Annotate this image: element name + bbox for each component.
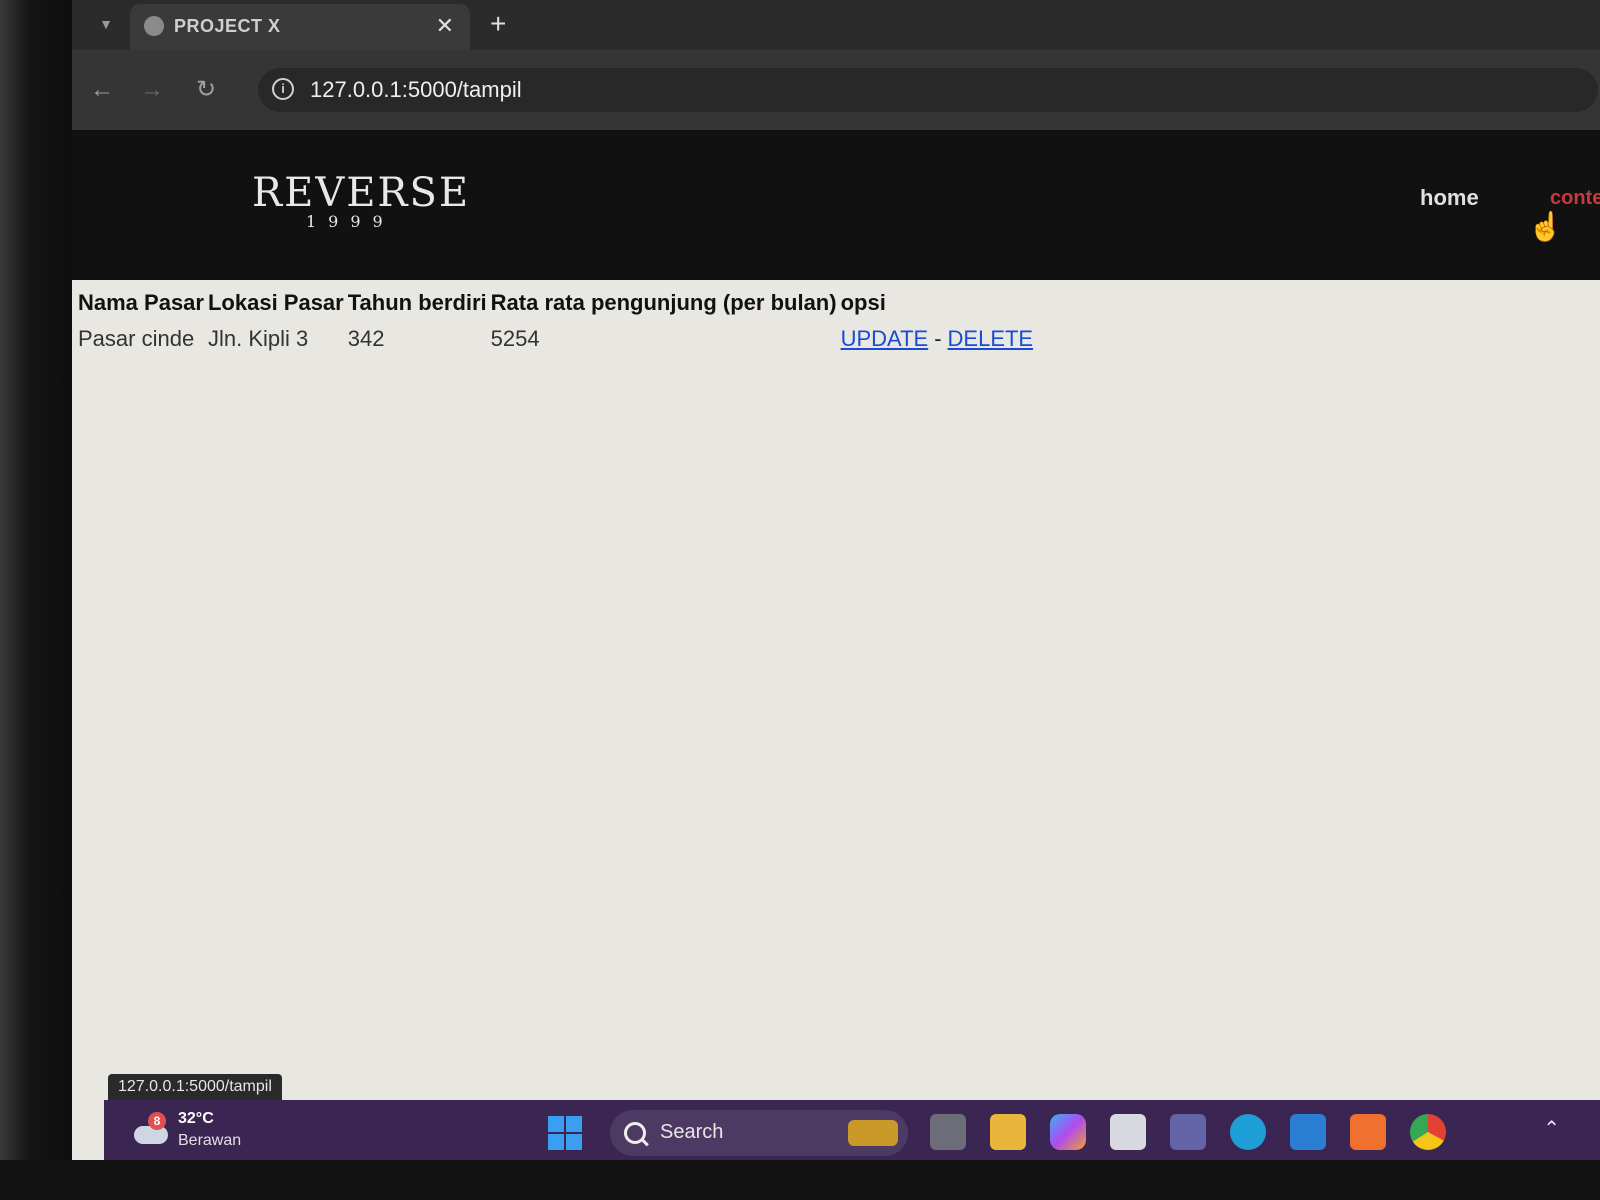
cloud-icon: [134, 1126, 168, 1144]
browser-tab[interactable]: PROJECT X ✕: [130, 4, 470, 50]
update-link[interactable]: UPDATE: [841, 326, 929, 351]
column-header-rata-rata-pengunjung: Rata rata pengunjung (per bulan): [490, 290, 837, 315]
browser-toolbar: ← → ↻ i 127.0.0.1:5000/tampil: [72, 50, 1600, 130]
tab-search-chevron-icon[interactable]: ▼: [94, 12, 118, 36]
monitor-bezel-bottom: [0, 1160, 1600, 1200]
teams-icon[interactable]: [1170, 1114, 1206, 1150]
edge-icon[interactable]: [1230, 1114, 1266, 1150]
table-header-row: Nama Pasar Lokasi Pasar Tahun berdiri Ra…: [76, 286, 1035, 320]
windows-start-icon[interactable]: [548, 1116, 582, 1150]
cell-pengunjung: 5254: [490, 326, 540, 351]
hand-cursor-icon: ☝: [1528, 211, 1563, 242]
windows-taskbar: 8 32°C Berawan Search ⌃: [104, 1100, 1600, 1166]
nav-link-content[interactable]: conten: [1550, 187, 1600, 210]
weather-badge: 8: [148, 1112, 166, 1130]
cell-tahun-berdiri: 342: [347, 326, 385, 351]
weather-description[interactable]: Berawan: [178, 1132, 241, 1150]
taskbar-search-box[interactable]: Search: [610, 1110, 908, 1156]
microsoft-store-icon[interactable]: [1110, 1114, 1146, 1150]
globe-icon: [144, 16, 164, 36]
taskbar-search-label: Search: [660, 1121, 724, 1143]
forward-arrow-icon[interactable]: →: [134, 72, 170, 108]
link-status-bubble: 127.0.0.1:5000/tampil: [108, 1074, 282, 1100]
search-icon: [624, 1122, 646, 1144]
chrome-icon[interactable]: [1410, 1114, 1446, 1150]
column-header-opsi: opsi: [840, 290, 886, 315]
vscode-icon[interactable]: [1290, 1114, 1326, 1150]
weather-icon[interactable]: 8: [134, 1112, 170, 1146]
market-table: Nama Pasar Lokasi Pasar Tahun berdiri Ra…: [76, 286, 1035, 358]
web-page: REVERSE 1999 home conten ☝ Nama Pasar Lo…: [72, 130, 1600, 1168]
tab-title: PROJECT X: [174, 16, 281, 36]
weather-temperature[interactable]: 32°C: [178, 1110, 214, 1128]
site-header: REVERSE 1999 home conten ☝: [72, 130, 1600, 280]
delete-link[interactable]: DELETE: [948, 326, 1034, 351]
new-tab-button[interactable]: +: [490, 8, 506, 40]
info-icon[interactable]: i: [272, 78, 294, 100]
column-header-tahun-berdiri: Tahun berdiri: [347, 290, 487, 315]
cell-lokasi-pasar: Jln. Kipli 3: [207, 326, 309, 351]
table-row: Pasar cinde Jln. Kipli 3 342 5254 UPDATE…: [76, 320, 1035, 358]
monitor-bezel: [0, 0, 72, 1200]
browser-tab-bar: ▼ PROJECT X ✕ +: [72, 0, 1600, 50]
task-view-icon[interactable]: [930, 1114, 966, 1150]
reload-icon[interactable]: ↻: [188, 72, 224, 108]
chevron-up-icon[interactable]: ⌃: [1543, 1116, 1560, 1141]
column-header-nama-pasar: Nama Pasar: [78, 290, 204, 315]
option-separator: -: [934, 326, 942, 351]
xampp-icon[interactable]: [1350, 1114, 1386, 1150]
copilot-icon[interactable]: [1050, 1114, 1086, 1150]
tab-close-button[interactable]: ✕: [436, 12, 454, 40]
back-arrow-icon[interactable]: ←: [84, 72, 120, 108]
site-logo-year: 1999: [306, 212, 395, 231]
search-highlight-icon: [848, 1120, 898, 1146]
nav-link-home[interactable]: home: [1420, 185, 1479, 211]
cell-nama-pasar: Pasar cinde: [78, 326, 195, 351]
url-text[interactable]: 127.0.0.1:5000/tampil: [310, 77, 522, 103]
cell-opsi: UPDATE - DELETE: [839, 320, 1036, 358]
address-bar[interactable]: i 127.0.0.1:5000/tampil: [258, 68, 1598, 112]
column-header-lokasi-pasar: Lokasi Pasar: [207, 290, 344, 315]
site-logo[interactable]: REVERSE: [252, 170, 470, 216]
file-explorer-icon[interactable]: [990, 1114, 1026, 1150]
